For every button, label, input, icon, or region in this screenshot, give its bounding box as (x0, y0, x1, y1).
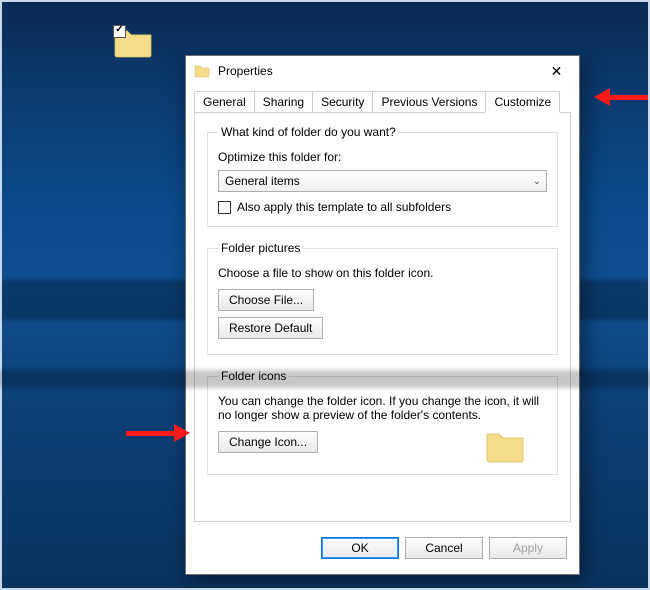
desktop: Properties ✕ General Sharing Security Pr… (0, 0, 650, 590)
chevron-down-icon: ⌄ (528, 176, 546, 187)
choose-file-button[interactable]: Choose File... (218, 289, 314, 311)
tab-sharing[interactable]: Sharing (254, 91, 313, 113)
ok-button[interactable]: OK (321, 537, 399, 559)
also-apply-checkbox[interactable]: Also apply this template to all subfolde… (218, 200, 547, 214)
optimize-select-value: General items (225, 174, 300, 188)
choose-file-desc: Choose a file to show on this folder ico… (218, 266, 547, 280)
selection-checkbox-icon (113, 25, 126, 38)
group-folder-kind-legend: What kind of folder do you want? (218, 125, 399, 139)
folder-icon (483, 424, 527, 468)
tab-security[interactable]: Security (312, 91, 373, 113)
checkbox-icon (218, 201, 231, 214)
close-icon: ✕ (551, 63, 563, 80)
annotation-arrow-change-icon (126, 426, 190, 440)
group-folder-pictures-legend: Folder pictures (218, 241, 303, 255)
folder-icon (194, 63, 210, 79)
folder-icon-preview (483, 424, 527, 468)
annotation-arrow-customize-tab (594, 90, 648, 104)
titlebar[interactable]: Properties ✕ (186, 56, 579, 86)
group-folder-icons-legend: Folder icons (218, 369, 289, 383)
group-folder-kind: What kind of folder do you want? Optimiz… (207, 125, 558, 227)
group-folder-icons: Folder icons You can change the folder i… (207, 369, 558, 475)
window-title: Properties (218, 64, 273, 78)
optimize-label: Optimize this folder for: (218, 150, 547, 164)
group-folder-pictures: Folder pictures Choose a file to show on… (207, 241, 558, 355)
restore-default-button[interactable]: Restore Default (218, 317, 323, 339)
tab-strip: General Sharing Security Previous Versio… (194, 91, 571, 113)
tab-previous-versions[interactable]: Previous Versions (372, 91, 486, 113)
change-icon-button[interactable]: Change Icon... (218, 431, 318, 453)
tab-panel-customize: What kind of folder do you want? Optimiz… (194, 112, 571, 522)
close-button[interactable]: ✕ (534, 56, 579, 86)
apply-button[interactable]: Apply (489, 537, 567, 559)
properties-dialog: Properties ✕ General Sharing Security Pr… (185, 55, 580, 575)
optimize-select[interactable]: General items ⌄ (218, 170, 547, 192)
tab-general[interactable]: General (194, 91, 255, 113)
desktop-folder-icon[interactable] (113, 25, 158, 70)
change-icon-desc: You can change the folder icon. If you c… (218, 394, 547, 422)
dialog-button-row: OK Cancel Apply (321, 534, 567, 562)
also-apply-label: Also apply this template to all subfolde… (237, 200, 451, 214)
cancel-button[interactable]: Cancel (405, 537, 483, 559)
tab-customize[interactable]: Customize (485, 91, 560, 113)
